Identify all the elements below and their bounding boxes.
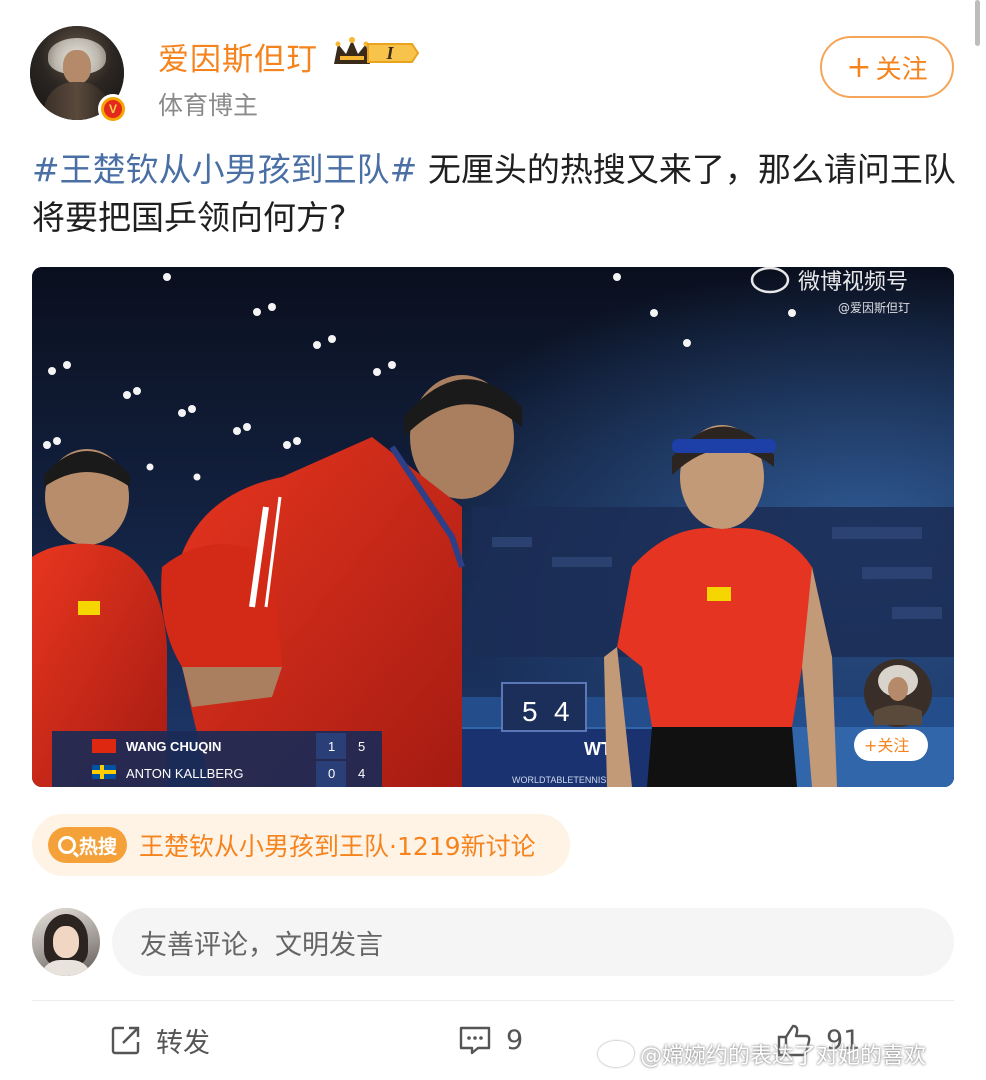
footer-watermark: @嫦婉约的表达了对她的喜欢 — [598, 1038, 926, 1070]
level-badge-text: I — [385, 43, 394, 63]
comment-count: 9 — [506, 1024, 524, 1056]
score-player-2: ANTON KALLBERG — [126, 766, 244, 781]
forward-icon — [111, 1026, 140, 1055]
comment-button[interactable]: 9 — [458, 1018, 523, 1062]
score-player-1: WANG CHUQIN — [126, 739, 221, 754]
author-name[interactable]: 爱因斯但玎 — [158, 34, 318, 79]
divider — [32, 1000, 954, 1001]
overlay-author-avatar[interactable] — [864, 659, 932, 727]
watermark-brand: 微博视频号 — [798, 270, 908, 295]
forward-label: 转发 — [156, 1027, 210, 1059]
hot-search-pill[interactable]: 热搜 王楚钦从小男孩到王队·1219新讨论 — [32, 814, 570, 876]
score-games-2: 0 — [328, 766, 335, 781]
score-points-1: 5 — [358, 739, 365, 754]
scoreboard-overlay: WANG CHUQIN ANTON KALLBERG 1 0 5 4 — [52, 731, 382, 787]
follow-label: 关注 — [875, 54, 928, 85]
search-icon — [58, 836, 76, 854]
plus-icon: + — [846, 49, 872, 85]
forward-button[interactable]: 转发 — [110, 1018, 210, 1062]
comment-icon — [459, 1026, 491, 1055]
score-games-1: 1 — [328, 739, 335, 754]
score-points-2: 4 — [358, 766, 365, 781]
video-player[interactable]: WTT WORLDTABLETENNIS.COM 5 4 WANG CHUQIN… — [32, 267, 954, 787]
overlay-follow-label: +关注 — [864, 736, 909, 755]
verified-icon: V — [98, 94, 128, 124]
level-crown-badge-icon: I — [332, 36, 420, 70]
comment-placeholder: 友善评论，文明发言 — [140, 929, 383, 961]
hot-search-tag: 热搜 — [48, 827, 128, 863]
big-score-right: 4 — [554, 696, 570, 727]
weibo-logo-icon — [598, 1041, 634, 1067]
hot-search-tag-label: 热搜 — [79, 835, 118, 858]
post-text: #王楚钦从小男孩到王队# 无厘头的热搜又来了，那么请问王队将要把国乒领向何方? — [32, 146, 956, 242]
watermark-handle: @爱因斯但玎 — [838, 301, 910, 315]
comment-input[interactable]: 友善评论，文明发言 — [112, 908, 954, 976]
big-score-left: 5 — [522, 696, 538, 727]
follow-button[interactable]: + 关注 — [820, 36, 954, 98]
author-avatar[interactable]: V — [30, 26, 128, 124]
hot-search-text: 王楚钦从小男孩到王队·1219新讨论 — [139, 832, 536, 861]
scrollbar-thumb[interactable] — [975, 0, 980, 46]
topic-link[interactable]: #王楚钦从小男孩到王队# — [32, 150, 417, 189]
footer-watermark-text: @嫦婉约的表达了对她的喜欢 — [640, 1044, 927, 1069]
overlay-follow-button[interactable]: +关注 — [854, 729, 928, 761]
author-subtitle: 体育博主 — [158, 91, 259, 120]
current-user-avatar[interactable] — [32, 908, 100, 976]
